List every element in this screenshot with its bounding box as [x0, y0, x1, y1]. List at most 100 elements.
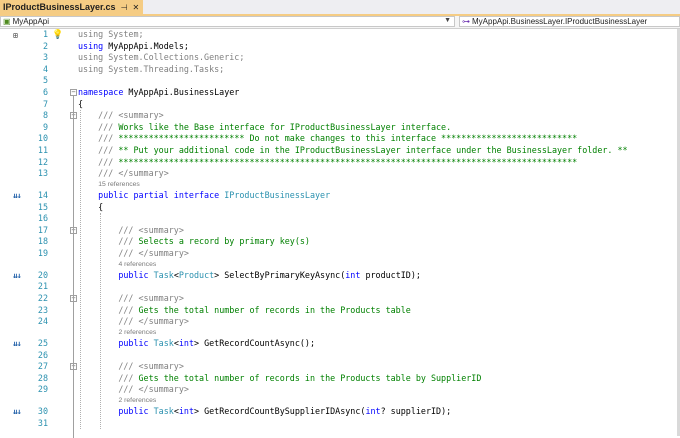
indent-guide	[100, 213, 102, 430]
code-text: /// </summary>	[78, 248, 189, 260]
code-line[interactable]: 18 /// Selects a record by primary key(s…	[0, 236, 675, 248]
line-number: 16	[37, 213, 48, 224]
code-line[interactable]: 21	[0, 281, 675, 293]
line-number: 19	[37, 248, 48, 258]
line-number: 31	[37, 417, 48, 428]
code-line[interactable]: 12 /// *********************************…	[0, 157, 675, 169]
code-text: using System.Collections.Generic;	[78, 52, 244, 64]
implementation-icon[interactable]: ⇊↓	[13, 271, 22, 280]
code-token: int	[178, 338, 194, 348]
code-token: ///	[78, 145, 119, 155]
code-token: ? supplierID);	[380, 406, 452, 417]
code-line[interactable]: 31	[0, 418, 675, 430]
code-line[interactable]: 2 using MyAppApi.Models;	[0, 41, 675, 53]
code-token: ///	[78, 133, 119, 144]
code-line[interactable]: 29 /// </summary>	[0, 384, 675, 396]
code-token: public partial interface	[78, 190, 225, 200]
code-line[interactable]: 8 /// <summary>−	[0, 110, 675, 122]
code-line[interactable]: 5	[0, 75, 675, 87]
code-line[interactable]: 7{	[0, 99, 675, 111]
collapse-icon[interactable]: −	[70, 89, 77, 96]
code-token: > GetRecordCountBySupplierIDAsync(	[194, 406, 366, 417]
code-line[interactable]: 16	[0, 213, 675, 225]
code-text: /// Gets the total number of records in …	[78, 305, 410, 317]
close-icon[interactable]: ✕	[133, 3, 140, 12]
code-token: using System.Collections.Generic;	[78, 52, 245, 63]
lightbulb-icon[interactable]: 💡	[52, 30, 63, 40]
references-link[interactable]: 15 references	[98, 181, 140, 188]
code-line[interactable]: 27 /// <summary>−	[0, 361, 675, 373]
code-line[interactable]: 3 using System.Collections.Generic;	[0, 52, 675, 64]
code-token: MyAppApi.Models;	[108, 40, 189, 51]
code-text: using System;	[78, 29, 144, 41]
code-line[interactable]: 30 public Task<int> GetRecordCountBySupp…	[0, 406, 675, 418]
code-line[interactable]: 13 /// </summary>	[0, 168, 675, 180]
line-number: 14	[37, 190, 48, 200]
references-link[interactable]: 4 references	[118, 261, 156, 268]
code-line[interactable]: 15 {	[0, 202, 675, 214]
code-line[interactable]: 23 /// Gets the total number of records …	[0, 305, 675, 317]
codelens-row: 2 references	[0, 396, 675, 406]
code-token: ///	[78, 236, 139, 247]
code-token: public	[78, 338, 154, 348]
code-line[interactable]: 28 /// Gets the total number of records …	[0, 373, 675, 385]
code-text: /// <summary>	[78, 110, 164, 122]
line-number: 15	[37, 201, 48, 212]
code-line[interactable]: 9 /// Works like the Base interface for …	[0, 122, 675, 134]
code-text: /// ************************************…	[78, 157, 577, 169]
document-tab[interactable]: IProductBusinessLayer.cs ⊣ ✕	[0, 0, 144, 14]
code-line[interactable]: 26	[0, 350, 675, 362]
implementation-icon[interactable]: ⇊↓	[13, 407, 22, 416]
code-text: public Task<int> GetRecordCountBySupplie…	[78, 406, 451, 418]
code-line[interactable]: 1 using System;	[0, 29, 675, 41]
code-line[interactable]: 14 public partial interface IProductBusi…	[0, 190, 675, 202]
code-line[interactable]: 22 /// <summary>−	[0, 293, 675, 305]
line-number: 3	[42, 52, 48, 63]
code-line[interactable]: 25 public Task<int> GetRecordCountAsync(…	[0, 338, 675, 350]
code-line[interactable]: 4 using System.Threading.Tasks;	[0, 64, 675, 76]
code-token: ///	[78, 372, 139, 383]
indent-guide	[80, 110, 81, 430]
code-line[interactable]: 20 public Task<Product> SelectByPrimaryK…	[0, 270, 675, 282]
implementation-icon[interactable]: ⇊↓	[13, 339, 22, 348]
project-dropdown[interactable]: ▣ MyAppApi ▼	[0, 16, 455, 27]
code-line[interactable]: 19 /// </summary>	[0, 248, 675, 260]
code-text: /// Gets the total number of records in …	[78, 373, 481, 385]
code-editor[interactable]: 1 using System; 2 using MyAppApi.Models; 3 us…	[0, 29, 680, 438]
interface-icon: ⊶	[462, 17, 470, 26]
code-token: {	[78, 201, 104, 212]
code-token: ///	[78, 121, 119, 132]
code-line[interactable]: 6 namespace MyAppApi.BusinessLayer −	[0, 87, 675, 99]
code-line[interactable]: 11 /// ** Put your additional code in th…	[0, 145, 675, 157]
code-text: /// </summary>	[78, 168, 169, 180]
code-text: /// </summary>	[78, 316, 189, 328]
type-dropdown[interactable]: ⊶ MyAppApi.BusinessLayer.IProductBusines…	[459, 16, 680, 27]
code-token: using System.Threading.Tasks;	[78, 63, 225, 74]
outline-bar	[73, 96, 74, 438]
code-line[interactable]: 10 /// ************************* Do not …	[0, 133, 675, 145]
code-token: namespace	[78, 87, 129, 97]
outline-marker-icon: ⊞	[13, 31, 18, 40]
codelens-row: 15 references	[0, 180, 675, 190]
code-token: public	[78, 269, 154, 280]
references-link[interactable]: 2 references	[118, 329, 156, 336]
code-token: /// <summary>	[78, 361, 184, 372]
code-token: Product	[178, 269, 215, 280]
pin-icon[interactable]: ⊣	[121, 3, 128, 12]
line-number: 27	[37, 361, 48, 372]
code-token: IProductBusinessLayer	[224, 190, 331, 200]
code-line[interactable]: 24 /// </summary>	[0, 316, 675, 328]
code-token: Task	[153, 269, 174, 280]
line-number: 1	[42, 29, 48, 39]
code-token: ///	[78, 156, 119, 167]
code-text: using MyAppApi.Models;	[78, 41, 189, 53]
references-link[interactable]: 2 references	[118, 397, 156, 404]
implementation-icon[interactable]: ⇊↓	[13, 191, 22, 200]
line-number: 10	[37, 133, 48, 144]
line-number: 11	[37, 145, 48, 155]
code-token: Task	[153, 406, 174, 417]
line-number: 20	[37, 269, 48, 280]
code-token: ************************* Do not make ch…	[118, 133, 578, 144]
code-line[interactable]: 17 /// <summary>−	[0, 225, 675, 237]
code-text: /// <summary>	[78, 361, 184, 373]
